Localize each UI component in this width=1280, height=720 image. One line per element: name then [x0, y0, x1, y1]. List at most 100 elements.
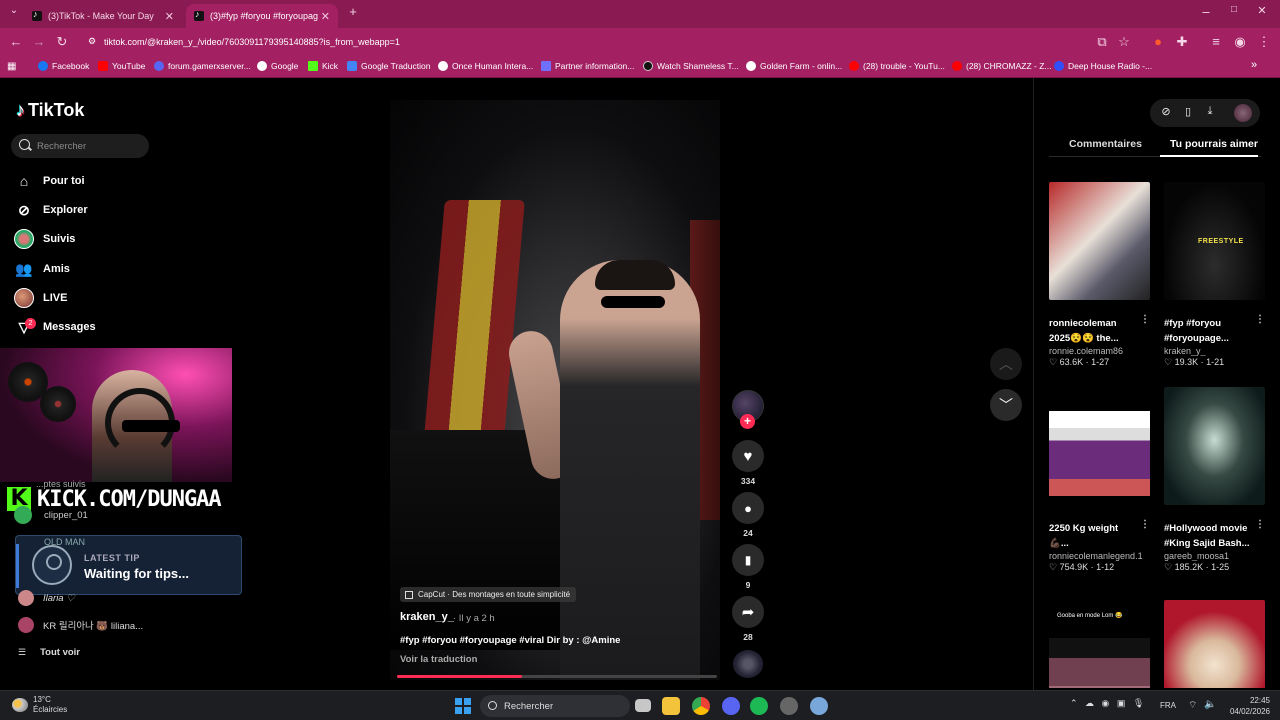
- bookmark-item[interactable]: Kick: [308, 61, 338, 71]
- bookmark-item[interactable]: Google: [257, 61, 298, 71]
- recommended-video-card[interactable]: FREESTYLE #fyp #foryou #foryoupage... ⋮ …: [1164, 182, 1265, 368]
- nav-explore[interactable]: ⊘ Explorer: [14, 199, 88, 221]
- chrome-icon[interactable]: [692, 697, 710, 715]
- previous-video-button[interactable]: ︿: [990, 348, 1022, 380]
- bookmark-item[interactable]: Facebook: [38, 61, 89, 71]
- maximize-icon[interactable]: □: [1226, 4, 1242, 15]
- profile-icon[interactable]: ◉: [1232, 34, 1248, 50]
- task-view-icon[interactable]: [635, 699, 651, 712]
- phone-icon[interactable]: ▯: [1180, 105, 1196, 121]
- search-input[interactable]: Rechercher: [11, 134, 149, 158]
- tab-search-icon[interactable]: ⌄: [6, 5, 22, 16]
- recommended-video-card[interactable]: [1164, 600, 1265, 688]
- taskbar-search[interactable]: Rechercher: [480, 695, 630, 717]
- app-icon[interactable]: [780, 697, 798, 715]
- volume-icon[interactable]: 🔈: [1204, 699, 1216, 710]
- apps-grid-icon[interactable]: ▦: [7, 61, 16, 72]
- tab-comments[interactable]: Commentaires: [1069, 138, 1142, 150]
- extension-icon[interactable]: ●: [1150, 34, 1166, 49]
- tiktok-logo[interactable]: ♪ TikTok: [16, 100, 84, 121]
- video-author[interactable]: kraken_y_: [400, 611, 454, 623]
- comment-button[interactable]: ●: [732, 492, 764, 524]
- video-caption[interactable]: #fyp #foryou #foryoupage #viral Dir by :…: [400, 635, 620, 646]
- share-button[interactable]: ➦: [732, 596, 764, 628]
- bookmark-item[interactable]: (28) trouble - YouTu...: [849, 61, 945, 71]
- chevron-down-icon: ﹀: [999, 397, 1013, 413]
- system-tray[interactable]: ⌃ ☁ ◉ ▣ 🎙: [1070, 698, 1144, 709]
- nav-live[interactable]: LIVE: [14, 287, 67, 309]
- bookmark-item[interactable]: forum.gamerxserver...: [154, 61, 251, 71]
- next-video-button[interactable]: ﹀: [990, 389, 1022, 421]
- language-indicator[interactable]: FRA: [1160, 701, 1176, 710]
- recommended-video-card[interactable]: 2250 Kg weight 💪🏿... ⋮ ronniecolemanlege…: [1049, 387, 1150, 573]
- avatar: [18, 590, 34, 606]
- install-app-icon[interactable]: ⧉: [1094, 34, 1110, 50]
- bookmark-star-icon[interactable]: ☆: [1116, 34, 1132, 50]
- progress-fill: [397, 675, 522, 678]
- settings-icon[interactable]: [810, 697, 828, 715]
- bookmark-item[interactable]: Partner information...: [541, 61, 634, 71]
- recommended-video-card[interactable]: Gooba en mode Lom 😂: [1049, 600, 1150, 688]
- spotify-icon[interactable]: [750, 697, 768, 715]
- video-thumbnail: [1049, 182, 1150, 300]
- followed-account[interactable]: clipper_01: [14, 506, 88, 524]
- browser-tab-2[interactable]: (3)#fyp #foryou #foryoupage # ✕: [186, 4, 338, 28]
- address-bar[interactable]: ⚙ tiktok.com/@kraken_y_/video/7603091179…: [80, 31, 1140, 53]
- list-icon: ☰: [18, 647, 27, 657]
- recommended-video-card[interactable]: #Hollywood movie #King Sajid Bash... ⋮ g…: [1164, 387, 1265, 573]
- profile-avatar[interactable]: [1234, 104, 1252, 122]
- like-button[interactable]: ♥: [732, 440, 764, 472]
- clock[interactable]: 22:45 04/02/2026: [1222, 695, 1270, 717]
- performer-hair: [595, 260, 675, 290]
- download-icon[interactable]: ⤓: [1202, 105, 1218, 121]
- bookmark-icon: ▮: [744, 553, 752, 567]
- bookmark-item[interactable]: Google Traduction: [347, 61, 430, 71]
- weather-widget[interactable]: 13°C Éclaircies: [12, 695, 67, 715]
- nav-for-you[interactable]: ⌂ Pour toi: [14, 170, 85, 192]
- bookmark-item[interactable]: Golden Farm - onlin...: [746, 61, 842, 71]
- nav-following[interactable]: Suivis: [14, 228, 75, 250]
- webcam-overlay: [0, 348, 232, 482]
- more-bookmarks-button[interactable]: »: [1251, 59, 1257, 71]
- nav-friends[interactable]: 👥 Amis: [14, 258, 70, 280]
- close-tab-icon[interactable]: ✕: [165, 10, 174, 23]
- followed-account[interactable]: KR 릴리아나 🐻 liliana...: [18, 617, 143, 633]
- start-button[interactable]: [455, 698, 471, 714]
- sound-disc[interactable]: [733, 650, 763, 678]
- bookmark-item[interactable]: Deep House Radio -...: [1054, 61, 1152, 71]
- see-translation-link[interactable]: Voir la traduction: [400, 654, 477, 665]
- see-all-link[interactable]: ☰ Tout voir: [18, 647, 80, 658]
- extensions-puzzle-icon[interactable]: ✚: [1174, 34, 1190, 50]
- more-options-icon[interactable]: ⋮: [1140, 519, 1150, 530]
- tab-recommendations[interactable]: Tu pourrais aimer: [1170, 138, 1258, 150]
- minimize-icon[interactable]: –: [1198, 4, 1214, 19]
- browser-tab-1[interactable]: (3)TikTok - Make Your Day ✕: [24, 4, 182, 28]
- bookmark-item[interactable]: Once Human Intera...: [438, 61, 533, 71]
- capcut-tag[interactable]: CapCut · Des montages en toute simplicit…: [400, 587, 577, 602]
- save-button[interactable]: ▮: [732, 544, 764, 576]
- card-user: ronniecolemanlegend.1: [1049, 551, 1143, 561]
- follow-plus-button[interactable]: +: [740, 414, 755, 429]
- more-options-icon[interactable]: ⋮: [1140, 314, 1150, 325]
- discord-icon[interactable]: [722, 697, 740, 715]
- site-info-icon[interactable]: ⚙: [88, 36, 96, 47]
- back-icon[interactable]: ←: [8, 34, 24, 49]
- forward-icon[interactable]: →: [31, 34, 47, 49]
- bookmark-item[interactable]: (28) CHROMAZZ - Z...: [952, 61, 1051, 71]
- compass-icon[interactable]: ⊘: [1158, 105, 1174, 121]
- followed-account[interactable]: Ilaria ♡: [18, 590, 75, 606]
- file-explorer-icon[interactable]: [662, 697, 680, 715]
- menu-icon[interactable]: ⋮: [1256, 34, 1272, 50]
- bookmark-item[interactable]: Watch Shameless T...: [643, 61, 739, 71]
- video-progress-bar[interactable]: [397, 675, 717, 678]
- close-window-icon[interactable]: ✕: [1254, 4, 1270, 17]
- new-tab-button[interactable]: +: [345, 4, 361, 19]
- more-options-icon[interactable]: ⋮: [1255, 519, 1265, 530]
- close-tab-icon[interactable]: ✕: [321, 10, 330, 23]
- recommended-video-card[interactable]: ronniecoleman 2025😵😵 the... ⋮ ronnie.col…: [1049, 182, 1150, 368]
- media-controls-icon[interactable]: ≡: [1208, 34, 1224, 49]
- wifi-icon[interactable]: ⌔: [1188, 699, 1197, 712]
- reload-icon[interactable]: ↻: [54, 34, 70, 50]
- more-options-icon[interactable]: ⋮: [1255, 314, 1265, 325]
- bookmark-item[interactable]: YouTube: [98, 61, 145, 71]
